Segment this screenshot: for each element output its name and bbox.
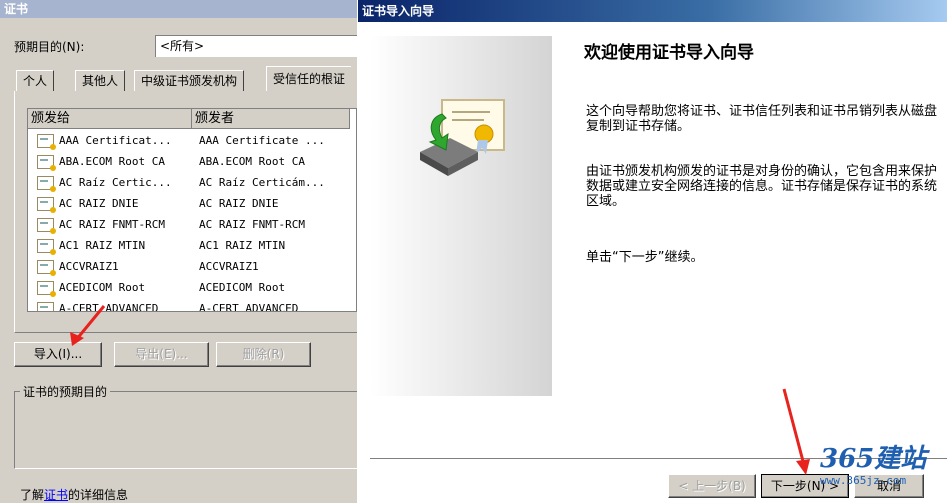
- remove-button[interactable]: 删除(R): [216, 342, 311, 367]
- certificate-icon: [37, 218, 56, 234]
- certificate-icon: [37, 239, 56, 255]
- watermark-logo: 365建站 www.365jz.com: [820, 444, 944, 502]
- list-item[interactable]: ACEDICOM Root ACEDICOM Root: [28, 277, 356, 298]
- issued-by: AC RAIZ FNMT-RCM: [199, 218, 305, 231]
- tab-trusted-root[interactable]: 受信任的根证: [266, 66, 352, 91]
- issued-to: AC RAIZ DNIE: [59, 197, 139, 210]
- wizard-continue-text: 单击“下一步”继续。: [586, 250, 704, 265]
- purpose-select[interactable]: <所有>: [155, 35, 357, 57]
- issued-by: AC Raíz Certicám...: [199, 176, 325, 189]
- issued-to: AC Raíz Certic...: [59, 176, 172, 189]
- wizard-description-text: 由证书颁发机构颁发的证书是对身份的确认，它包含用来保护数据或建立安全网络连接的信…: [586, 164, 938, 209]
- details-text: 了解证书的详细信息: [20, 486, 128, 503]
- issued-by: ACEDICOM Root: [199, 281, 286, 294]
- wizard-side-panel: [370, 36, 552, 396]
- back-button[interactable]: < 上一步(B): [668, 474, 756, 498]
- issued-to: AC1 RAIZ MTIN: [59, 239, 146, 252]
- issued-to: ABA.ECOM Root CA: [59, 155, 165, 168]
- issued-by: AC1 RAIZ MTIN: [199, 239, 286, 252]
- certificates-title-bar: 证书: [0, 0, 357, 18]
- issued-to: ACEDICOM Root: [59, 281, 146, 294]
- certificate-icon: [37, 155, 56, 171]
- list-item[interactable]: AC RAIZ FNMT-RCM AC RAIZ FNMT-RCM: [28, 214, 356, 235]
- tab-personal[interactable]: 个人: [16, 70, 55, 91]
- certificate-icon: [37, 302, 54, 311]
- tab-intermediate-ca[interactable]: 中级证书颁发机构: [134, 70, 245, 91]
- list-item[interactable]: ACCVRAIZ1 ACCVRAIZ1: [28, 256, 356, 277]
- issued-by: ABA.ECOM Root CA: [199, 155, 305, 168]
- certificate-icon: [37, 197, 56, 213]
- purpose-label: 预期目的(N):: [14, 40, 85, 54]
- certificate-icon: [37, 176, 56, 192]
- certificate-list[interactable]: 颁发给 颁发者 AAA Certificat... AAA Certificate…: [27, 108, 357, 312]
- export-button[interactable]: 导出(E)...: [114, 342, 209, 367]
- column-header-issued-by[interactable]: 颁发者: [192, 109, 350, 129]
- details-prefix: 了解: [20, 488, 45, 502]
- issued-by: AC RAIZ DNIE: [199, 197, 279, 210]
- purpose-groupbox: [14, 391, 357, 469]
- watermark-brand: 365建站: [820, 444, 927, 474]
- list-item[interactable]: ABA.ECOM Root CA ABA.ECOM Root CA: [28, 151, 356, 172]
- red-arrow-import: [70, 305, 106, 346]
- purpose-group-label: 证书的预期目的: [20, 383, 111, 400]
- list-item[interactable]: AAA Certificat... AAA Certificate ...: [28, 130, 356, 151]
- issued-by: AAA Certificate ...: [199, 134, 325, 147]
- issued-to: AAA Certificat...: [59, 134, 172, 147]
- certificate-icon: [37, 281, 56, 297]
- wizard-title-bar: 证书导入向导: [358, 0, 947, 22]
- watermark-url: www.365jz.com: [820, 474, 907, 487]
- issued-to: ACCVRAIZ1: [59, 260, 119, 273]
- wizard-intro-text: 这个向导帮助您将证书、证书信任列表和证书吊销列表从磁盘复制到证书存储。: [586, 104, 938, 134]
- tab-other-people[interactable]: 其他人: [75, 70, 126, 91]
- red-arrow-next: [782, 388, 810, 475]
- certificate-import-icon: [420, 99, 505, 176]
- issued-by: A-CERT ADVANCED: [199, 302, 299, 312]
- list-item[interactable]: AC RAIZ DNIE AC RAIZ DNIE: [28, 193, 356, 214]
- certificate-details-link[interactable]: 证书: [44, 488, 68, 502]
- certificate-icon: [37, 260, 56, 276]
- certificate-icon: [37, 134, 56, 150]
- list-item[interactable]: AC Raíz Certic... AC Raíz Certicám...: [28, 172, 356, 193]
- list-item[interactable]: AC1 RAIZ MTIN AC1 RAIZ MTIN: [28, 235, 356, 256]
- issued-to: AC RAIZ FNMT-RCM: [59, 218, 165, 231]
- issued-by: ACCVRAIZ1: [199, 260, 259, 273]
- column-header-issued-to[interactable]: 颁发给: [28, 109, 192, 129]
- details-suffix: 的详细信息: [68, 488, 129, 502]
- wizard-heading: 欢迎使用证书导入向导: [584, 43, 754, 63]
